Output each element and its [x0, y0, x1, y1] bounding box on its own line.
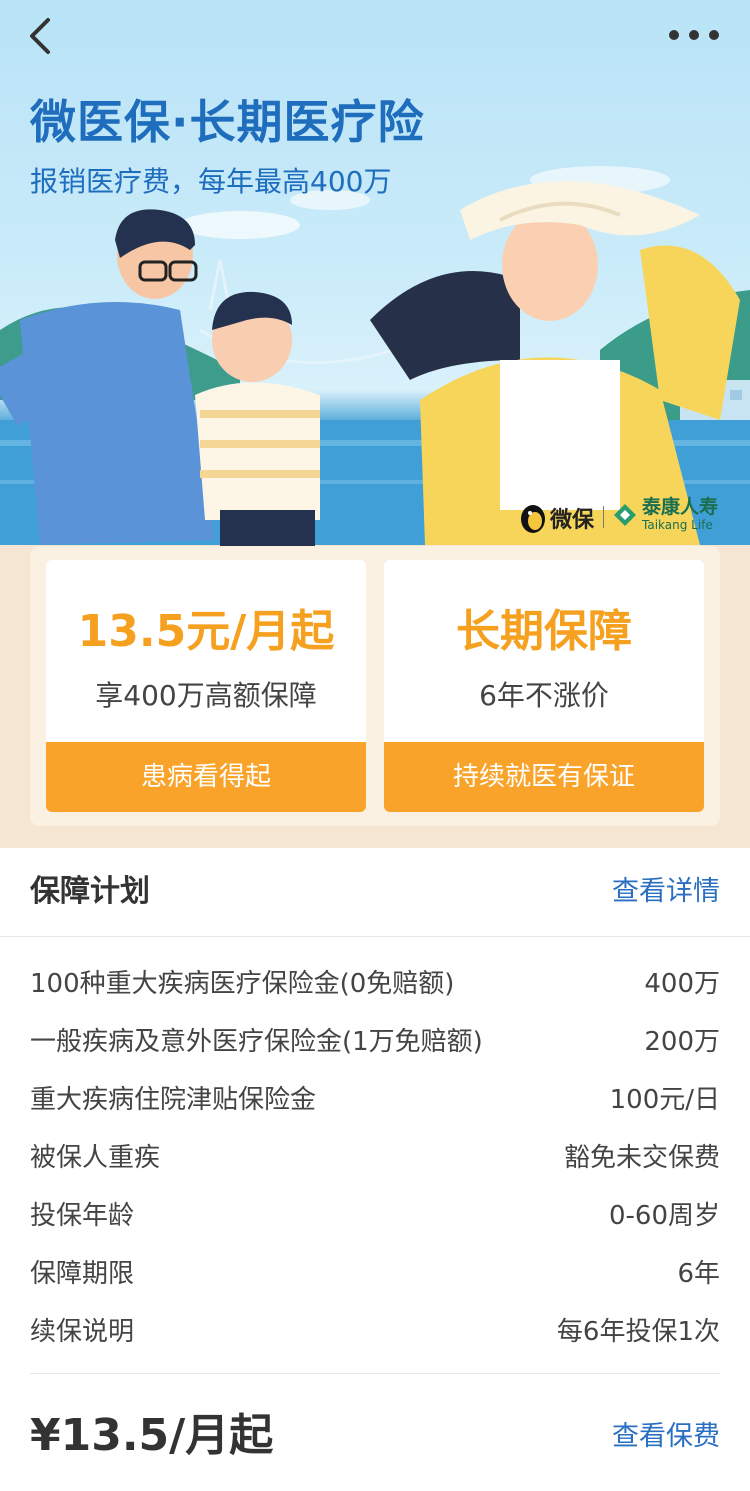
view-details-link[interactable]: 查看详情: [612, 872, 720, 912]
plan-row: 100种重大疾病医疗保险金(0免赔额) 400万: [30, 952, 720, 1010]
plan-row-name: 重大疾病住院津贴保险金: [30, 1084, 317, 1115]
feature-panel: 13.5元/月起 享400万高额保障 患病看得起 长期保障 6年不涨价 持续就医…: [30, 546, 720, 826]
taikang-leaf-icon: [614, 503, 636, 526]
back-arrow-icon[interactable]: [22, 14, 62, 58]
plan-row-value: 400万: [644, 968, 720, 999]
plan-row: 一般疾病及意外医疗保险金(1万免赔额) 200万: [30, 1010, 720, 1068]
taikang-cn-label: 泰康人寿: [642, 496, 719, 518]
plan-title: 保障计划: [30, 874, 150, 909]
section-divider: [30, 1373, 720, 1374]
feature-button[interactable]: 患病看得起: [46, 742, 366, 812]
feature-card-longterm: 长期保障 6年不涨价 持续就医有保证: [384, 560, 704, 812]
brand-divider: [603, 506, 604, 528]
plan-row-value: 200万: [644, 1026, 720, 1057]
taikang-logo: 泰康人寿 Taikang Life: [612, 498, 718, 531]
hero-title: 微医保·长期医疗险: [30, 95, 425, 149]
plan-row: 重大疾病住院津贴保险金 100元/日: [30, 1068, 720, 1126]
plan-row-value: 每6年投保1次: [556, 1316, 720, 1347]
plan-row-value: 豁免未交保费: [563, 1142, 720, 1173]
plan-row-value: 100元/日: [609, 1084, 720, 1115]
feature-button[interactable]: 持续就医有保证: [384, 742, 704, 812]
plan-header: 保障计划 查看详情: [0, 848, 750, 937]
feature-headline: 13.5元/月起: [77, 606, 335, 657]
price-label: ¥13.5/月起: [30, 1410, 274, 1461]
plan-row: 投保年龄 0-60周岁: [30, 1184, 720, 1242]
hero-subtitle: 报销医疗费，每年最高400万: [30, 165, 392, 198]
plan-row-name: 100种重大疾病医疗保险金(0免赔额): [30, 968, 455, 999]
plan-row: 被保人重疾 豁免未交保费: [30, 1126, 720, 1184]
plan-row-value: 0-60周岁: [608, 1200, 720, 1231]
taikang-en-label: Taikang Life: [642, 518, 713, 532]
feature-desc: 享400万高额保障: [95, 679, 317, 712]
weibao-label: 微保: [550, 508, 595, 533]
plan-row-name: 一般疾病及意外医疗保险金(1万免赔额): [30, 1026, 483, 1057]
weibao-logo: 微保: [520, 502, 594, 534]
more-dots-icon[interactable]: [664, 22, 724, 48]
plan-row-name: 续保说明: [30, 1316, 135, 1347]
plan-row: 保障期限 6年: [30, 1242, 720, 1300]
plan-row-name: 被保人重疾: [30, 1142, 161, 1173]
plan-row-name: 保障期限: [30, 1258, 135, 1289]
view-premium-link[interactable]: 查看保费: [612, 1418, 720, 1456]
plan-row-name: 投保年龄: [30, 1200, 135, 1231]
feature-headline: 长期保障: [456, 606, 632, 657]
penguin-icon: [521, 505, 545, 533]
feature-desc: 6年不涨价: [479, 679, 609, 712]
plan-list: 100种重大疾病医疗保险金(0免赔额) 400万 一般疾病及意外医疗保险金(1万…: [30, 952, 720, 1358]
plan-row-value: 6年: [677, 1258, 720, 1289]
feature-card-price: 13.5元/月起 享400万高额保障 患病看得起: [46, 560, 366, 812]
plan-row: 续保说明 每6年投保1次: [30, 1300, 720, 1358]
